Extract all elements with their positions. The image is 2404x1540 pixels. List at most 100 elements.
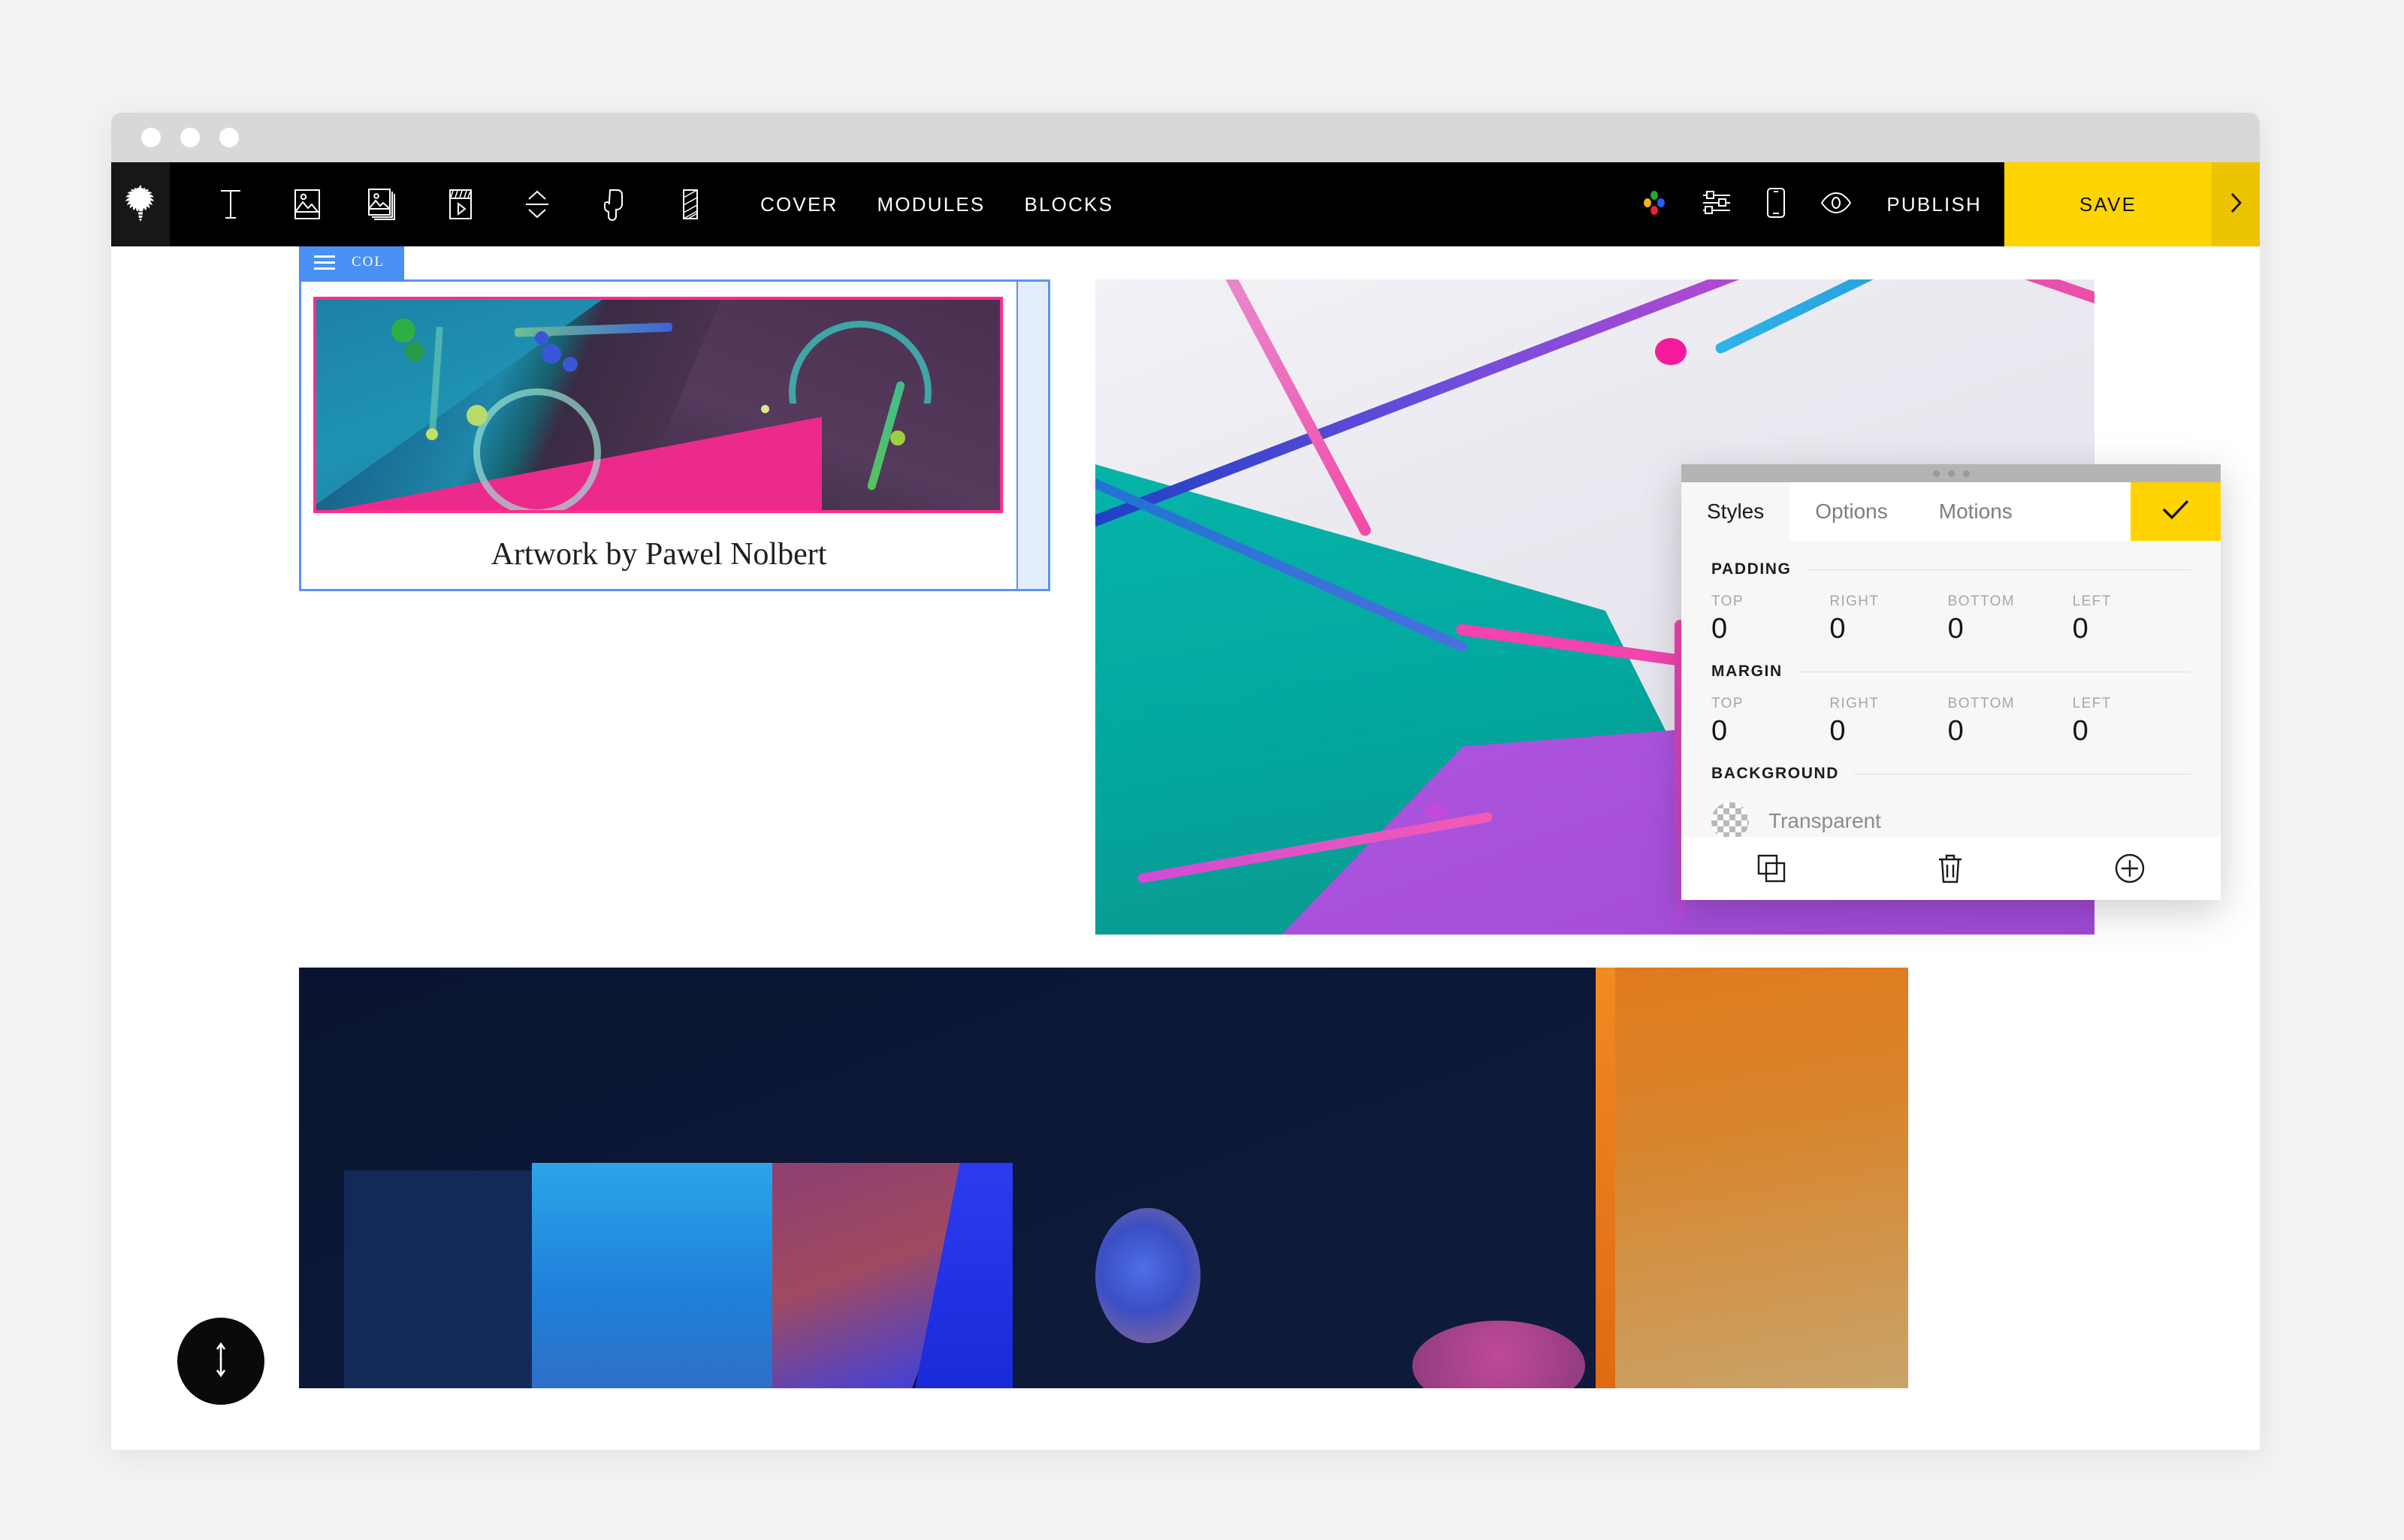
margin-top-label: TOP bbox=[1711, 696, 1768, 712]
image-tool-button[interactable] bbox=[287, 182, 328, 227]
gallery-stack-icon bbox=[367, 188, 400, 221]
button-tool-button[interactable] bbox=[593, 182, 634, 227]
toolbar-right-icons bbox=[1641, 162, 1880, 246]
transparent-swatch[interactable] bbox=[1711, 802, 1749, 840]
delete-button[interactable] bbox=[1937, 853, 1963, 884]
color-palette-icon[interactable] bbox=[1641, 190, 1667, 219]
section-divider bbox=[1854, 774, 2191, 775]
panel-tabs: Styles Options Motions bbox=[1681, 482, 2221, 541]
padding-bottom-label: BOTTOM bbox=[1948, 593, 2011, 610]
padding-top-field[interactable]: TOP 0 bbox=[1711, 593, 1768, 643]
artwork-bottom[interactable] bbox=[299, 968, 1908, 1388]
panel-body: PADDING TOP 0 RIGHT 0 BOTTOM 0 LEFT 0 MA… bbox=[1681, 541, 2221, 900]
image-icon bbox=[293, 188, 322, 221]
scroll-toggle-button[interactable] bbox=[177, 1318, 264, 1405]
publish-button[interactable]: PUBLISH bbox=[1880, 162, 2004, 246]
check-icon bbox=[2160, 497, 2191, 527]
background-title: BACKGROUND bbox=[1711, 765, 1839, 783]
window-titlebar bbox=[111, 113, 2260, 162]
expand-panel-button[interactable] bbox=[2212, 162, 2260, 246]
padding-section-header: PADDING bbox=[1681, 560, 2221, 578]
transparent-label: Transparent bbox=[1768, 809, 1881, 833]
panel-footer bbox=[1681, 837, 2221, 900]
margin-right-field[interactable]: RIGHT 0 bbox=[1829, 696, 1886, 745]
margin-right-value[interactable]: 0 bbox=[1829, 717, 1886, 745]
duplicate-button[interactable] bbox=[1756, 853, 1786, 883]
margin-section-header: MARGIN bbox=[1681, 663, 2221, 681]
styles-panel: Styles Options Motions PADDING TOP 0 RIG… bbox=[1681, 464, 2221, 900]
padding-top-value[interactable]: 0 bbox=[1711, 614, 1768, 643]
column-gutter bbox=[1016, 282, 1048, 589]
section-divider bbox=[1806, 569, 2191, 570]
eye-preview-icon[interactable] bbox=[1820, 192, 1852, 218]
window-close-dot[interactable] bbox=[141, 128, 161, 147]
tab-styles[interactable]: Styles bbox=[1681, 482, 1789, 541]
margin-left-value[interactable]: 0 bbox=[2073, 717, 2129, 745]
artwork-left-image bbox=[316, 300, 1000, 510]
padding-right-value[interactable]: 0 bbox=[1829, 614, 1886, 643]
up-down-arrows-icon bbox=[207, 1340, 234, 1383]
padding-right-field[interactable]: RIGHT 0 bbox=[1829, 593, 1886, 643]
padding-bottom-field[interactable]: BOTTOM 0 bbox=[1948, 593, 2011, 643]
drag-dot bbox=[1963, 470, 1970, 477]
app-toolbar: COVER MODULES BLOCKS bbox=[111, 162, 2260, 246]
sliders-settings-icon[interactable] bbox=[1702, 190, 1732, 219]
chevron-right-icon bbox=[2228, 191, 2243, 219]
window-minimize-dot[interactable] bbox=[180, 128, 200, 147]
margin-left-label: LEFT bbox=[2073, 696, 2129, 712]
background-section-header: BACKGROUND bbox=[1681, 765, 2221, 783]
hamburger-icon bbox=[314, 255, 335, 270]
margin-bottom-value[interactable]: 0 bbox=[1948, 717, 2011, 745]
nav-blocks[interactable]: BLOCKS bbox=[1024, 193, 1113, 216]
hatched-rect-icon bbox=[679, 188, 702, 221]
column-badge[interactable]: COL bbox=[299, 246, 404, 282]
tab-motions[interactable]: Motions bbox=[1913, 482, 2038, 541]
video-player-icon bbox=[447, 188, 474, 221]
vertical-arrows-icon bbox=[524, 188, 550, 221]
text-icon bbox=[218, 188, 243, 221]
toolbar-nav: COVER MODULES BLOCKS bbox=[760, 162, 1113, 246]
margin-top-field[interactable]: TOP 0 bbox=[1711, 696, 1768, 745]
pointer-hand-icon bbox=[601, 188, 627, 221]
eagle-crest-logo-icon bbox=[124, 183, 157, 226]
panel-confirm-button[interactable] bbox=[2131, 482, 2221, 541]
padding-title: PADDING bbox=[1711, 560, 1791, 578]
save-button[interactable]: SAVE bbox=[2004, 162, 2212, 246]
padding-left-value[interactable]: 0 bbox=[2073, 614, 2129, 643]
margin-left-field[interactable]: LEFT 0 bbox=[2073, 696, 2129, 745]
column-badge-label: COL bbox=[352, 254, 385, 270]
margin-title: MARGIN bbox=[1711, 663, 1783, 681]
margin-bottom-field[interactable]: BOTTOM 0 bbox=[1948, 696, 2011, 745]
margin-right-label: RIGHT bbox=[1829, 696, 1886, 712]
divider-tool-button[interactable] bbox=[670, 182, 711, 227]
nav-modules[interactable]: MODULES bbox=[877, 193, 985, 216]
gallery-tool-button[interactable] bbox=[364, 182, 404, 227]
padding-bottom-value[interactable]: 0 bbox=[1948, 614, 2011, 643]
artwork-caption: Artwork by Pawel Nolbert bbox=[301, 536, 1016, 572]
drag-dot bbox=[1933, 470, 1940, 477]
panel-drag-handle[interactable] bbox=[1681, 464, 2221, 482]
toolbar-right-group: PUBLISH SAVE bbox=[1641, 162, 2260, 246]
margin-fields: TOP 0 RIGHT 0 BOTTOM 0 LEFT 0 bbox=[1681, 696, 2221, 745]
margin-bottom-label: BOTTOM bbox=[1948, 696, 2011, 712]
tab-options[interactable]: Options bbox=[1789, 482, 1913, 541]
selected-column-block[interactable]: COL bbox=[299, 279, 1050, 591]
background-color-row: Transparent bbox=[1681, 802, 2221, 840]
padding-left-label: LEFT bbox=[2073, 593, 2129, 610]
drag-dot bbox=[1948, 470, 1955, 477]
app-logo[interactable] bbox=[111, 162, 170, 246]
padding-top-label: TOP bbox=[1711, 593, 1768, 610]
padding-left-field[interactable]: LEFT 0 bbox=[2073, 593, 2129, 643]
toolbar-tools bbox=[170, 162, 711, 246]
mobile-preview-icon[interactable] bbox=[1766, 187, 1786, 222]
text-tool-button[interactable] bbox=[210, 182, 251, 227]
margin-top-value[interactable]: 0 bbox=[1711, 717, 1768, 745]
spacer-tool-button[interactable] bbox=[517, 182, 557, 227]
window-maximize-dot[interactable] bbox=[219, 128, 239, 147]
padding-right-label: RIGHT bbox=[1829, 593, 1886, 610]
add-button[interactable] bbox=[2114, 853, 2146, 884]
video-tool-button[interactable] bbox=[440, 182, 481, 227]
artwork-left[interactable] bbox=[313, 297, 1003, 513]
padding-fields: TOP 0 RIGHT 0 BOTTOM 0 LEFT 0 bbox=[1681, 593, 2221, 643]
nav-cover[interactable]: COVER bbox=[760, 193, 838, 216]
